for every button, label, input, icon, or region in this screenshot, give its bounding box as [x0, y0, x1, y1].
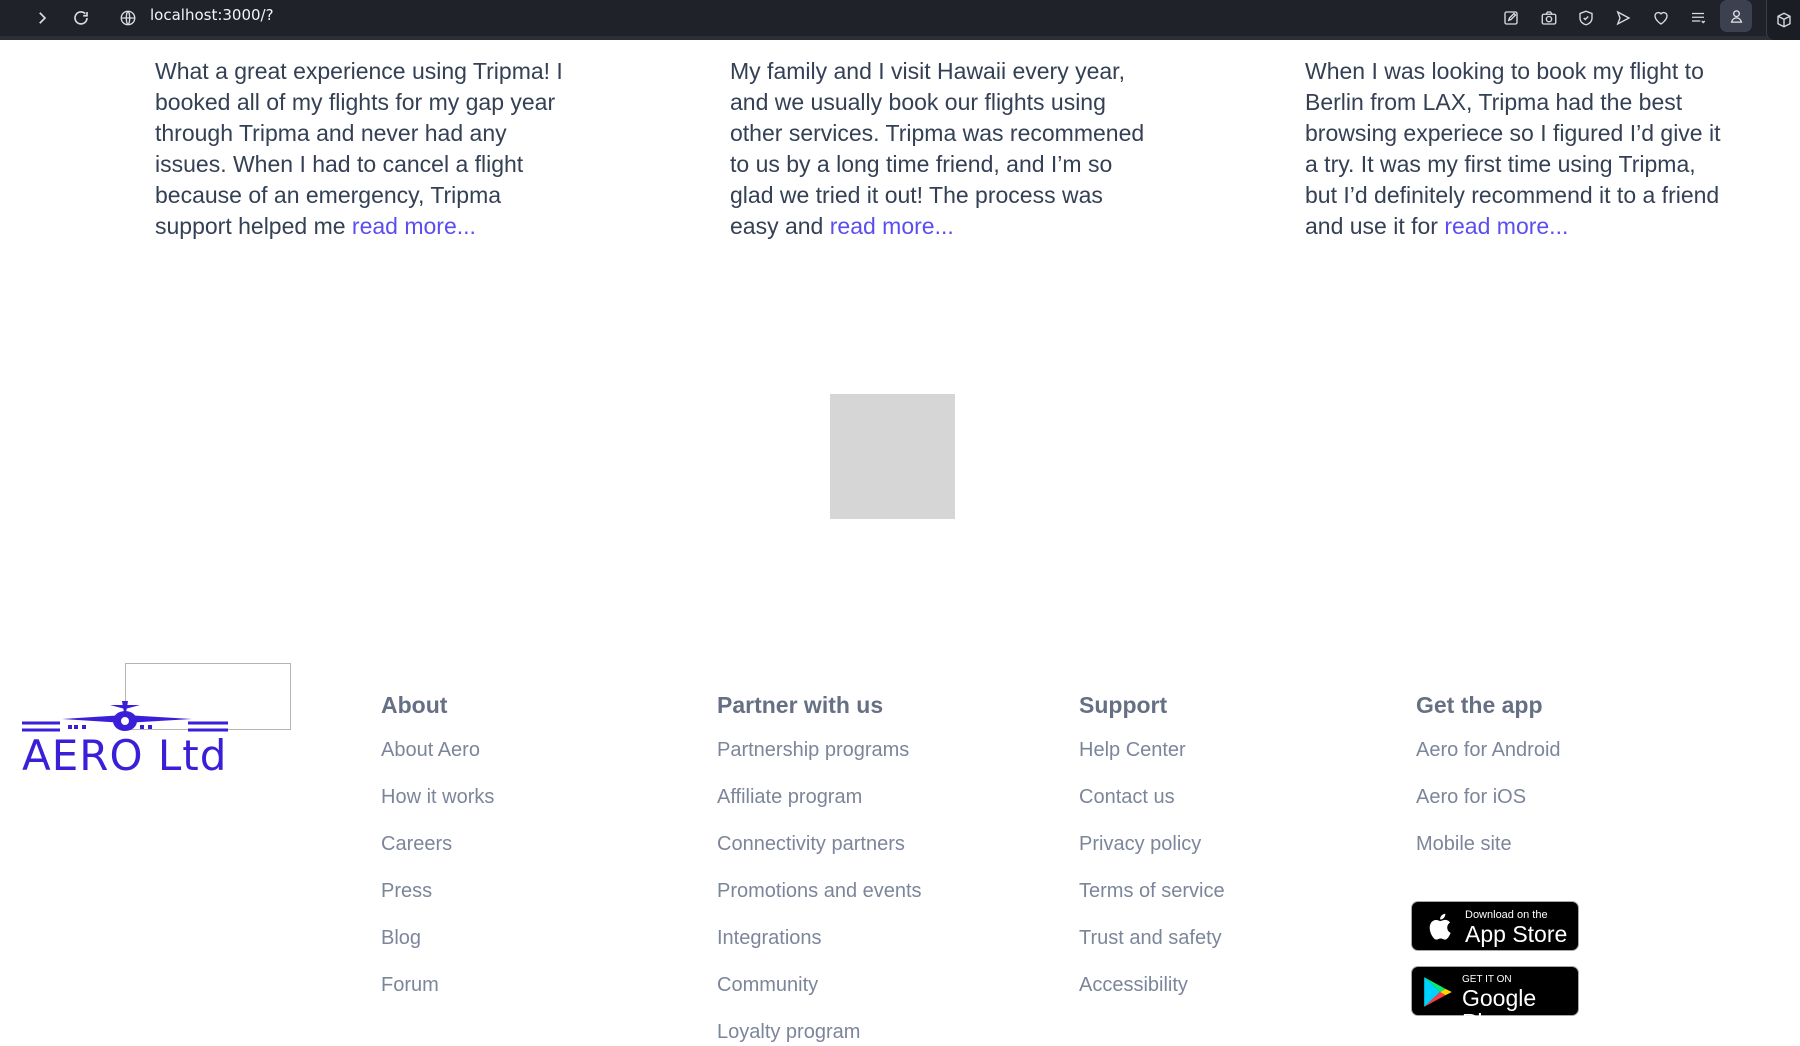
- footer-link[interactable]: Aero for iOS: [1416, 785, 1561, 832]
- address-bar[interactable]: localhost:3000/?: [150, 0, 274, 30]
- footer-column-partner: Partner with us Partnership programs Aff…: [717, 690, 922, 1046]
- google-play-big-text: Google Play: [1462, 985, 1537, 1035]
- edit-icon[interactable]: [1496, 0, 1526, 36]
- footer-link[interactable]: Privacy policy: [1079, 832, 1225, 879]
- testimonial-body: When I was looking to book my flight to …: [1305, 58, 1721, 239]
- footer-link[interactable]: Loyalty program: [717, 1020, 922, 1046]
- footer-link[interactable]: About Aero: [381, 738, 494, 785]
- testimonial-body: My family and I visit Hawaii every year,…: [730, 58, 1145, 239]
- app-store-button[interactable]: Download on the App Store: [1411, 901, 1579, 951]
- footer-link[interactable]: Partnership programs: [717, 738, 922, 785]
- extensions-icon[interactable]: [1766, 0, 1800, 40]
- forward-icon[interactable]: [27, 0, 57, 36]
- footer-link[interactable]: Connectivity partners: [717, 832, 922, 879]
- column-title: Get the app: [1416, 692, 1543, 718]
- app-store-big-text: App Store: [1465, 921, 1568, 947]
- footer-column-app: Get the app Aero for Android Aero for iO…: [1416, 690, 1561, 879]
- footer-column-about: About About Aero How it works Careers Pr…: [381, 690, 494, 1020]
- profile-icon[interactable]: [1720, 0, 1752, 32]
- footer-link[interactable]: Contact us: [1079, 785, 1225, 832]
- browser-toolbar: localhost:3000/?: [0, 0, 1800, 40]
- reload-icon[interactable]: [66, 0, 96, 36]
- footer-link[interactable]: Help Center: [1079, 738, 1225, 785]
- send-icon[interactable]: [1608, 0, 1638, 36]
- footer-link[interactable]: Mobile site: [1416, 832, 1561, 879]
- shield-icon[interactable]: [1571, 0, 1601, 36]
- testimonial-text: When I was looking to book my flight to …: [1305, 56, 1725, 242]
- footer-link[interactable]: Blog: [381, 926, 494, 973]
- globe-icon: [113, 0, 143, 36]
- footer-link[interactable]: Accessibility: [1079, 973, 1225, 1020]
- footer-link[interactable]: Forum: [381, 973, 494, 1020]
- logo-text: AERO Ltd: [22, 731, 228, 780]
- footer-link[interactable]: Promotions and events: [717, 879, 922, 926]
- read-more-link[interactable]: read more...: [1444, 213, 1568, 239]
- footer-link[interactable]: How it works: [381, 785, 494, 832]
- app-store-small-text: Download on the: [1465, 909, 1548, 921]
- camera-icon[interactable]: [1534, 0, 1564, 36]
- footer-link[interactable]: Careers: [381, 832, 494, 879]
- footer-link[interactable]: Affiliate program: [717, 785, 922, 832]
- testimonial-text: What a great experience using Tripma! I …: [155, 56, 575, 242]
- footer-link[interactable]: Community: [717, 973, 922, 1020]
- testimonial-body: What a great experience using Tripma! I …: [155, 58, 563, 239]
- footer-link[interactable]: Terms of service: [1079, 879, 1225, 926]
- apple-icon: [1429, 913, 1451, 940]
- column-title: Support: [1079, 692, 1168, 718]
- image-placeholder: [830, 394, 955, 519]
- testimonial-text: My family and I visit Hawaii every year,…: [730, 56, 1150, 242]
- read-more-link[interactable]: read more...: [352, 213, 476, 239]
- footer-link[interactable]: Press: [381, 879, 494, 926]
- google-play-icon: [1424, 977, 1452, 1007]
- heart-icon[interactable]: [1646, 0, 1676, 36]
- google-play-button[interactable]: GET IT ON Google Play: [1411, 966, 1579, 1034]
- column-title: Partner with us: [717, 692, 884, 718]
- footer-link[interactable]: Trust and safety: [1079, 926, 1225, 973]
- footer-column-support: Support Help Center Contact us Privacy p…: [1079, 690, 1225, 1020]
- menu-list-icon[interactable]: [1683, 0, 1713, 36]
- footer-link[interactable]: Aero for Android: [1416, 738, 1561, 785]
- column-title: About: [381, 692, 448, 718]
- read-more-link[interactable]: read more...: [830, 213, 954, 239]
- footer-logo[interactable]: AERO Ltd: [22, 663, 292, 783]
- footer-link[interactable]: Integrations: [717, 926, 922, 973]
